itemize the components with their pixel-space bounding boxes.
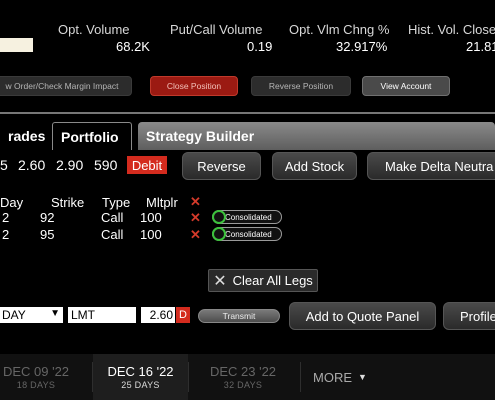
hist-vol-label: Hist. Vol. Close — [408, 22, 495, 37]
legs-header-day: Day — [0, 195, 24, 210]
leg-day: 2 — [2, 227, 10, 242]
time-in-force-value: DAY — [2, 308, 26, 322]
expiry-tab[interactable]: DEC 09 '22 18 DAYS — [0, 354, 80, 400]
close-icon: ✕ — [213, 272, 227, 290]
consolidated-ring-icon — [212, 210, 226, 224]
expiry-date: DEC 09 '22 — [2, 364, 70, 379]
expiry-days: 18 DAYS — [16, 380, 56, 390]
expiry-days: 32 DAYS — [223, 380, 263, 390]
expiry-tab[interactable]: DEC 23 '22 32 DAYS — [195, 354, 291, 400]
remove-leg-icon[interactable]: ✕ — [190, 227, 201, 243]
section-divider — [0, 112, 495, 114]
debit-flag: D — [176, 307, 190, 323]
expiry-selector: DEC 09 '22 18 DAYS DEC 16 '22 25 DAYS DE… — [0, 354, 495, 400]
quote-bid: 2.60 — [18, 157, 46, 173]
stats-header: Opt. Volume 68.2K Put/Call Volume 0.19 O… — [0, 0, 495, 60]
put-call-value: 0.19 — [247, 39, 273, 54]
opt-volume-value: 68.2K — [116, 39, 150, 54]
opt-volume-label: Opt. Volume — [58, 22, 130, 37]
more-label: MORE — [313, 369, 353, 385]
order-type-field[interactable]: LMT — [68, 307, 136, 323]
expiry-date: DEC 23 '22 — [209, 364, 277, 379]
put-call-label: Put/Call Volume — [170, 22, 263, 37]
time-in-force-select[interactable]: DAY ▼ — [0, 307, 63, 323]
legs-header-type: Type — [102, 195, 131, 210]
quote-ask: 2.90 — [56, 157, 84, 173]
tab-trades[interactable]: rades — [0, 122, 52, 150]
add-to-quote-panel-button[interactable]: Add to Quote Panel — [289, 302, 436, 330]
add-stock-button[interactable]: Add Stock — [272, 152, 357, 180]
legs-header-strike: Strike — [51, 195, 85, 210]
view-account-button[interactable]: View Account — [362, 76, 450, 96]
quote-ask-size: 590 — [94, 157, 118, 173]
chevron-down-icon: ▼ — [50, 308, 60, 319]
clear-all-legs-button[interactable]: ✕ Clear All Legs — [208, 269, 318, 292]
consolidated-ring-icon — [212, 227, 226, 241]
leg-strike: 92 — [40, 210, 55, 225]
profile-button[interactable]: Profile — [443, 302, 495, 330]
clear-all-legs-label: Clear All Legs — [232, 273, 313, 288]
hist-vol-value: 21.81 — [466, 39, 495, 54]
legs-header-mltplr: Mltplr — [146, 195, 178, 210]
caret-down-icon: ▼ — [358, 372, 367, 382]
tab-strategy-builder[interactable]: Strategy Builder — [138, 122, 495, 150]
opt-vlm-chng-value: 32.917% — [336, 39, 388, 54]
opt-vlm-chng-label: Opt. Vlm Chng % — [289, 22, 390, 37]
debit-badge: Debit — [127, 156, 167, 174]
make-delta-neutral-button[interactable]: Make Delta Neutra — [367, 152, 495, 180]
limit-price-input[interactable]: 2.60 — [141, 307, 175, 323]
leg-day: 2 — [2, 210, 10, 225]
tab-portfolio[interactable]: Portfolio — [52, 122, 132, 150]
tab-bar: rades Portfolio Strategy Builder — [0, 122, 495, 150]
transmit-button[interactable]: Transmit — [198, 309, 280, 323]
quote-size: 5 — [0, 157, 8, 173]
last-price-cell — [0, 38, 33, 52]
reverse-button[interactable]: Reverse — [182, 152, 261, 180]
expiry-tab-selected[interactable]: DEC 16 '22 25 DAYS — [93, 354, 188, 400]
preview-order-button[interactable]: w Order/Check Margin Impact — [0, 76, 132, 96]
leg-type: Call — [101, 210, 124, 225]
remove-all-legs-icon[interactable]: ✕ — [190, 194, 201, 210]
leg-multiplier: 100 — [140, 227, 162, 242]
reverse-position-button[interactable]: Reverse Position — [251, 76, 351, 96]
close-position-button[interactable]: Close Position — [150, 76, 238, 96]
position-action-bar: w Order/Check Margin Impact Close Positi… — [0, 72, 495, 100]
expiry-date: DEC 16 '22 — [107, 364, 174, 379]
remove-leg-icon[interactable]: ✕ — [190, 210, 201, 226]
more-expiries-button[interactable]: MORE ▼ — [300, 354, 380, 400]
leg-strike: 95 — [40, 227, 55, 242]
leg-multiplier: 100 — [140, 210, 162, 225]
expiry-days: 25 DAYS — [121, 380, 160, 390]
leg-type: Call — [101, 227, 124, 242]
divider — [188, 362, 189, 392]
strategy-quote-row: 5 2.60 2.90 590 Debit Reverse Add Stock … — [0, 152, 495, 180]
